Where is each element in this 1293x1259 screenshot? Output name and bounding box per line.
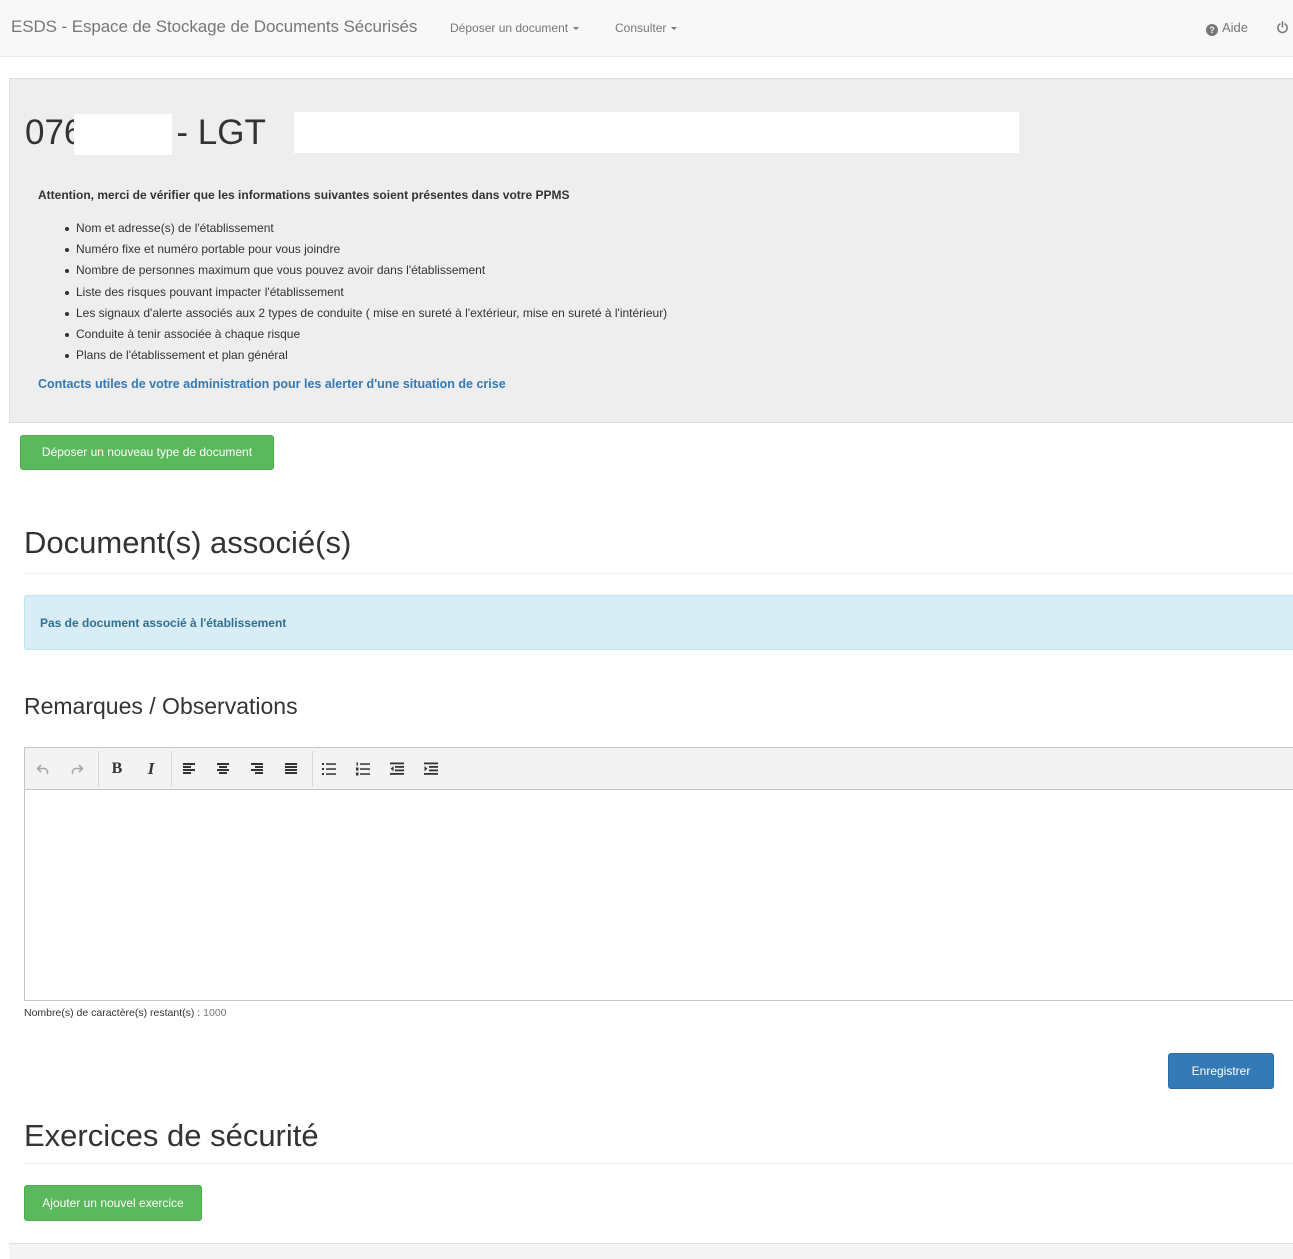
divider bbox=[24, 1163, 1293, 1164]
brand-title[interactable]: ESDS - Espace de Stockage de Documents S… bbox=[11, 17, 417, 37]
list-item: Les signaux d'alerte associés aux 2 type… bbox=[64, 303, 667, 324]
list-item: Numéro fixe et numéro portable pour vous… bbox=[64, 239, 667, 260]
save-button[interactable]: Enregistrer bbox=[1168, 1053, 1274, 1089]
align-right-icon[interactable] bbox=[247, 759, 267, 779]
align-center-icon[interactable] bbox=[213, 759, 233, 779]
divider bbox=[24, 573, 1293, 574]
remarks-editor: B I bbox=[24, 747, 1293, 1001]
list-item: Nom et adresse(s) de l'établissement bbox=[64, 218, 667, 239]
numbered-list-icon[interactable] bbox=[353, 759, 373, 779]
char-count-value: 1000 bbox=[203, 1007, 227, 1019]
power-off-icon[interactable] bbox=[1276, 21, 1289, 34]
indent-icon[interactable] bbox=[421, 759, 441, 779]
no-documents-message: Pas de document associé à l'établissemen… bbox=[40, 616, 287, 630]
toolbar-separator bbox=[312, 751, 313, 787]
redo-icon[interactable] bbox=[67, 759, 87, 779]
menu-consulter[interactable]: Consulter bbox=[615, 21, 678, 35]
deposit-new-document-type-button[interactable]: Déposer un nouveau type de document bbox=[20, 435, 274, 470]
char-count-label: Nombre(s) de caractère(s) restant(s) : bbox=[24, 1007, 201, 1019]
redacted-code bbox=[74, 114, 173, 155]
undo-icon[interactable] bbox=[33, 759, 53, 779]
footer-bar bbox=[9, 1243, 1293, 1259]
contacts-link[interactable]: Contacts utiles de votre administration … bbox=[38, 377, 506, 391]
help-link[interactable]: ? Aide bbox=[1206, 20, 1248, 36]
menu-consulter-label: Consulter bbox=[615, 21, 667, 35]
list-item: Conduite à tenir associée à chaque risqu… bbox=[64, 324, 667, 345]
establishment-panel: 076- LGT Attention, merci de vérifier qu… bbox=[9, 78, 1293, 423]
align-left-icon[interactable] bbox=[179, 759, 199, 779]
question-circle-icon: ? bbox=[1206, 24, 1218, 36]
exercises-heading: Exercices de sécurité bbox=[24, 1118, 319, 1153]
toolbar-separator bbox=[98, 751, 99, 787]
remarks-heading: Remarques / Observations bbox=[24, 693, 298, 719]
menu-deposer-document[interactable]: Déposer un document bbox=[450, 21, 580, 35]
outdent-icon[interactable] bbox=[387, 759, 407, 779]
editor-toolbar: B I bbox=[25, 748, 1293, 790]
add-exercise-button[interactable]: Ajouter un nouvel exercice bbox=[24, 1185, 202, 1221]
list-item: Liste des risques pouvant impacter l'éta… bbox=[64, 282, 667, 303]
documents-heading: Document(s) associé(s) bbox=[24, 525, 352, 560]
top-navbar: ESDS - Espace de Stockage de Documents S… bbox=[0, 0, 1293, 57]
caret-down-icon bbox=[671, 27, 678, 31]
ppms-warning: Attention, merci de vérifier que les inf… bbox=[38, 188, 570, 202]
remarks-textarea[interactable] bbox=[25, 791, 1293, 1000]
bullet-list-icon[interactable] bbox=[319, 759, 339, 779]
align-justify-icon[interactable] bbox=[281, 759, 301, 779]
list-item: Nombre de personnes maximum que vous pou… bbox=[64, 260, 667, 281]
list-item: Plans de l'établissement et plan général bbox=[64, 345, 667, 366]
establishment-type: - LGT bbox=[176, 113, 266, 152]
redacted-name bbox=[294, 112, 1019, 153]
no-documents-alert: Pas de document associé à l'établissemen… bbox=[24, 595, 1293, 650]
bold-icon[interactable]: B bbox=[107, 759, 127, 779]
caret-down-icon bbox=[573, 27, 580, 31]
italic-icon[interactable]: I bbox=[141, 759, 161, 779]
char-count: Nombre(s) de caractère(s) restant(s) : 1… bbox=[24, 1007, 227, 1019]
menu-deposer-document-label: Déposer un document bbox=[450, 21, 569, 35]
ppms-checklist: Nom et adresse(s) de l'établissement Num… bbox=[64, 218, 667, 366]
establishment-title: 076- LGT bbox=[25, 112, 1019, 155]
toolbar-separator bbox=[171, 751, 172, 787]
help-label: Aide bbox=[1222, 20, 1249, 35]
